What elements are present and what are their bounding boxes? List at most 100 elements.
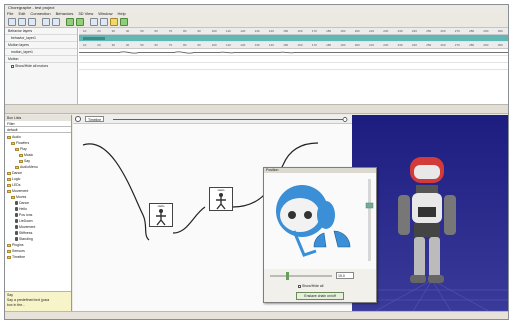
folder-icon: [7, 243, 11, 247]
behavior-track[interactable]: [79, 35, 508, 42]
connect-icon[interactable]: [90, 17, 98, 26]
enslave-chain-label: Enslave chain on/off: [304, 294, 336, 298]
folder-icon: [7, 183, 11, 187]
pose-slider-thumb[interactable]: [285, 272, 289, 280]
behavior-keyframe[interactable]: [83, 37, 105, 40]
motion-track-empty-2[interactable]: [79, 63, 508, 70]
ruler-tick-label: 190: [340, 29, 346, 33]
ruler-tick-label: 130: [254, 29, 260, 33]
tree-item-label: Stiffness: [19, 231, 33, 235]
box-library-panel: Box Lists Filter default Audio Flowfers Pl…: [5, 115, 72, 313]
ruler-tick-label: 60: [154, 43, 158, 47]
open-icon[interactable]: [18, 17, 26, 26]
splitter-bar[interactable]: [5, 104, 508, 114]
ruler-tick-label: 250: [426, 29, 432, 33]
ruler-tick-label: 150: [283, 43, 289, 47]
ruler-tick-label: 170: [311, 29, 317, 33]
person-icon[interactable]: [110, 17, 118, 26]
tree-item[interactable]: Timeline: [5, 254, 71, 260]
ruler-tick-label: 170: [311, 43, 317, 47]
figure-icon: [15, 225, 18, 230]
figure-icon: [15, 207, 18, 212]
redo-icon[interactable]: [52, 17, 60, 26]
box-library-tree: Audio Flowfers Play Music Say AudioMenu Dance L…: [5, 133, 71, 261]
check-icon[interactable]: [120, 17, 128, 26]
robot-head-preview[interactable]: [264, 173, 376, 269]
ruler-tick-label: 10: [83, 29, 87, 33]
folder-icon: [15, 165, 19, 169]
pose-show-hide-checkbox[interactable]: [298, 284, 301, 288]
folder-icon: [7, 171, 11, 175]
tree-item-label: Movement: [19, 225, 36, 229]
ruler-tick-label: 220: [383, 43, 389, 47]
tree-item-label: LieDown: [19, 219, 33, 223]
ruler-tick-label: 290: [483, 43, 489, 47]
motion-track-empty[interactable]: [79, 56, 508, 63]
ruler-tick-label: 60: [154, 29, 158, 33]
folder-icon: [15, 147, 19, 151]
new-icon[interactable]: [8, 17, 16, 26]
timeline-row-motion[interactable]: Motion: [5, 56, 77, 63]
tree-item-label: Standing: [19, 237, 33, 241]
pose-checkbox-row[interactable]: Show/Hide all: [264, 282, 376, 290]
ruler-tick-label: 260: [440, 43, 446, 47]
motion-curve: [79, 51, 508, 54]
ruler-tick-label: 70: [168, 43, 173, 47]
ruler-tick-label: 90: [197, 43, 201, 47]
timeline-row-show-hide[interactable]: Show/Hide all motors: [5, 63, 77, 70]
pose-value-field[interactable]: 15.0: [336, 272, 354, 279]
timeline-layers: Behavior layers behavior_layer1 Motion l…: [5, 28, 78, 112]
stop-icon[interactable]: [76, 17, 84, 26]
pose-editor-panel: Position 15.0 Show/Hide all Enslave chai…: [263, 167, 377, 303]
tree-item-label: Say: [24, 159, 31, 163]
ruler-tick-label: 90: [197, 29, 201, 33]
timeline-row-motion-layer1[interactable]: motion_layer1: [5, 49, 77, 56]
ruler-tick-label: 10: [83, 43, 87, 47]
ruler-tick-label: 210: [369, 43, 375, 47]
motion-track[interactable]: [79, 49, 508, 56]
ruler-tick-label: 150: [283, 29, 289, 33]
ruler-tick-label: 20: [97, 29, 101, 33]
timeline-row-behavior-layers[interactable]: Behavior layers: [5, 28, 77, 35]
folder-icon: [7, 255, 11, 259]
figure-icon: [15, 219, 18, 224]
ruler-tick-label: 140: [268, 29, 274, 33]
folder-icon: [7, 189, 11, 193]
ruler-tick-label: 210: [369, 29, 375, 33]
hello-block-2[interactable]: Hello: [209, 187, 233, 211]
tree-item-label: LEDs: [12, 183, 21, 187]
tree-item-label: Dance: [19, 201, 30, 205]
chain-icon[interactable]: [100, 17, 108, 26]
hello-block-1[interactable]: Hello: [149, 203, 173, 227]
timeline-tracks: 10 20 30 40 50 60 70 80 90 100 110 120 130 140 150 160 1…: [79, 28, 508, 104]
ruler-tick-label: 120: [240, 43, 246, 47]
pose-slider[interactable]: [270, 275, 332, 277]
play-icon[interactable]: [66, 17, 74, 26]
ruler-tick-label: 200: [354, 43, 360, 47]
tree-item-label: Timeline: [12, 255, 26, 259]
figure-icon: [15, 201, 18, 206]
undo-icon[interactable]: [42, 17, 50, 26]
ruler-tick-label: 180: [326, 29, 332, 33]
show-hide-checkbox[interactable]: [11, 64, 14, 68]
ruler-tick-label: 80: [183, 43, 187, 47]
box-description-line: box in the...: [7, 303, 26, 307]
tree-item-label: Sensors: [12, 249, 25, 253]
toolbar: [5, 16, 508, 28]
ruler-tick-label: 100: [211, 43, 217, 47]
ruler-tick-label: 190: [340, 43, 346, 47]
ruler-tick-label: 70: [168, 29, 173, 33]
ruler-tick-label: 160: [297, 43, 303, 47]
ruler-tick-label: 280: [469, 29, 475, 33]
save-icon[interactable]: [28, 17, 36, 26]
folder-icon: [11, 141, 15, 145]
timeline-row-behavior-layer1[interactable]: behavior_layer1: [5, 35, 77, 42]
enslave-chain-button[interactable]: Enslave chain on/off: [296, 292, 344, 300]
folder-icon: [7, 135, 11, 139]
timeline-panel: Behavior layers behavior_layer1 Motion l…: [5, 28, 508, 112]
ruler-tick-label: 30: [111, 29, 115, 33]
person-icon: [216, 193, 226, 210]
timeline-row-motion-layers[interactable]: Motion layers: [5, 42, 77, 49]
ruler-tick-label: 40: [125, 29, 130, 33]
status-bar: [5, 311, 508, 319]
